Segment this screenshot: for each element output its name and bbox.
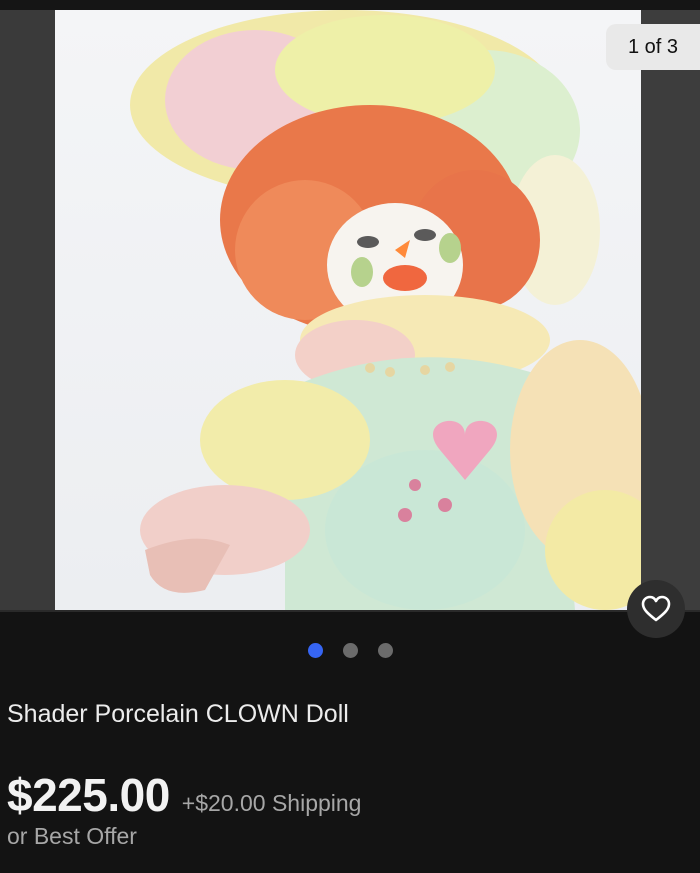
pagination-dot-2[interactable] — [342, 643, 358, 658]
listing-price: $225.00 — [7, 769, 170, 821]
listing-title: Shader Porcelain CLOWN Doll — [7, 700, 349, 728]
pagination-dot-3[interactable] — [377, 643, 393, 658]
product-image[interactable] — [55, 10, 641, 610]
next-image-peek[interactable] — [641, 10, 700, 610]
top-strip — [0, 0, 700, 10]
image-gallery[interactable]: 1 of 3 — [0, 0, 700, 612]
clown-doll-illustration — [130, 10, 641, 610]
favorite-button[interactable] — [627, 580, 685, 638]
heart-outline-icon — [641, 595, 671, 622]
price-row: $225.00 +$20.00 Shipping — [7, 768, 361, 822]
gallery-pagination — [0, 643, 700, 659]
best-offer-label: or Best Offer — [7, 823, 137, 849]
shipping-cost: +$20.00 Shipping — [181, 790, 362, 816]
pagination-dot-1[interactable] — [307, 643, 323, 658]
image-counter: 1 of 3 — [606, 24, 700, 70]
previous-image-peek[interactable] — [0, 10, 55, 610]
